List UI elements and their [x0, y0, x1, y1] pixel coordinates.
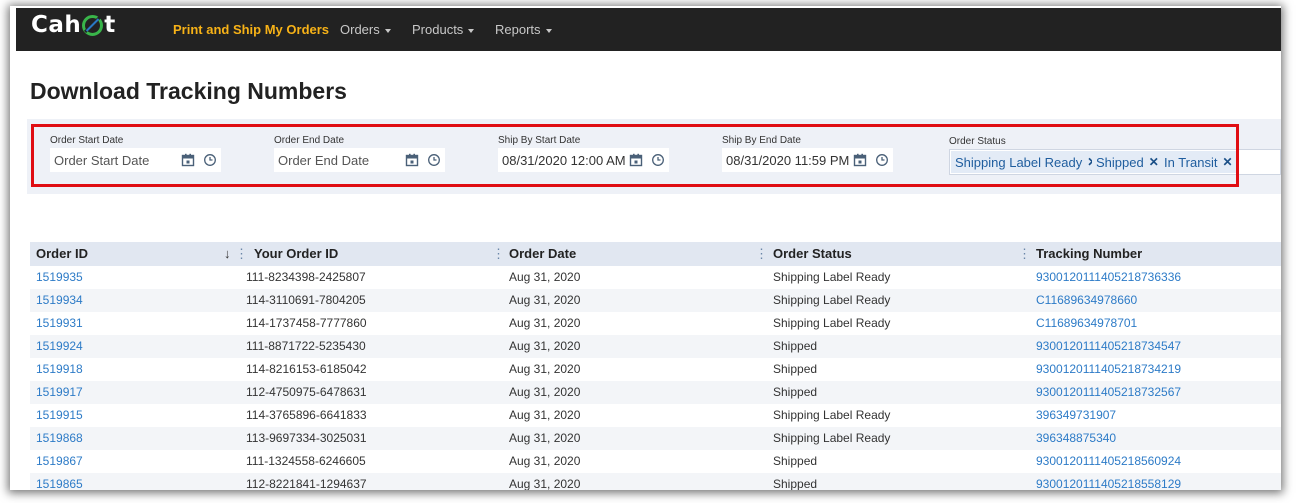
- order-status-cell: Shipped: [773, 362, 818, 376]
- column-menu-icon[interactable]: ⋮: [235, 242, 248, 266]
- order-id-link[interactable]: 1519865: [36, 473, 83, 490]
- nav-products-dropdown[interactable]: Products: [412, 8, 475, 51]
- order-id-link[interactable]: 1519868: [36, 427, 83, 450]
- your-order-id-cell: 114-8216153-6185042: [246, 362, 367, 376]
- order-date-cell: Aug 31, 2020: [509, 316, 581, 330]
- tracking-number-link[interactable]: 9300120111405218560924: [1036, 450, 1181, 473]
- caret-down-icon: [545, 28, 552, 33]
- table-row: 1519865 112-8221841-1294637 Aug 31, 2020…: [30, 473, 1281, 490]
- tracking-number-link[interactable]: 396348875340: [1036, 427, 1116, 450]
- order-status-cell: Shipped: [773, 454, 818, 468]
- column-menu-icon[interactable]: ⋮: [1018, 242, 1031, 266]
- column-menu-icon[interactable]: ⋮: [755, 242, 768, 266]
- cahoot-logo[interactable]: Cah t: [31, 12, 116, 38]
- order-status-cell: Shipping Label Ready: [773, 316, 891, 330]
- logo-text-suffix: t: [104, 12, 116, 38]
- table-row: 1519924 111-8871722-5235430 Aug 31, 2020…: [30, 335, 1281, 358]
- your-order-id-cell: 111-8234398-2425807: [246, 270, 366, 284]
- your-order-id-cell: 113-9697334-3025031: [246, 431, 367, 445]
- your-order-id-cell: 111-1324558-6246605: [246, 454, 366, 468]
- your-order-id-cell: 114-1737458-7777860: [246, 316, 367, 330]
- order-id-link[interactable]: 1519867: [36, 450, 83, 473]
- order-id-link[interactable]: 1519935: [36, 266, 83, 289]
- col-header-your-order-id[interactable]: Your Order ID: [254, 242, 338, 266]
- table-row: 1519918 114-8216153-6185042 Aug 31, 2020…: [30, 358, 1281, 381]
- order-date-cell: Aug 31, 2020: [509, 454, 581, 468]
- nav-orders-label: Orders: [340, 22, 380, 37]
- order-date-cell: Aug 31, 2020: [509, 293, 581, 307]
- tracking-number-link[interactable]: C11689634978660: [1036, 289, 1137, 312]
- your-order-id-cell: 112-8221841-1294637: [246, 477, 367, 490]
- tracking-number-link[interactable]: 9300120111405218732567: [1036, 381, 1181, 404]
- tracking-number-link[interactable]: C11689634978701: [1036, 312, 1137, 335]
- nav-reports-dropdown[interactable]: Reports: [495, 8, 552, 51]
- order-id-link[interactable]: 1519917: [36, 381, 83, 404]
- col-header-tracking-number[interactable]: Tracking Number: [1036, 242, 1142, 266]
- table-row: 1519931 114-1737458-7777860 Aug 31, 2020…: [30, 312, 1281, 335]
- table-row: 1519935 111-8234398-2425807 Aug 31, 2020…: [30, 266, 1281, 289]
- order-date-cell: Aug 31, 2020: [509, 431, 581, 445]
- col-header-order-status[interactable]: Order Status: [773, 242, 852, 266]
- order-date-cell: Aug 31, 2020: [509, 362, 581, 376]
- order-status-cell: Shipped: [773, 477, 818, 490]
- order-status-cell: Shipping Label Ready: [773, 293, 891, 307]
- column-menu-icon[interactable]: ⋮: [492, 242, 505, 266]
- table-row: 1519868 113-9697334-3025031 Aug 31, 2020…: [30, 427, 1281, 450]
- app-window: Cah t Print and Ship My Orders Orders Pro…: [10, 6, 1281, 490]
- table-row: 1519917 112-4750975-6478631 Aug 31, 2020…: [30, 381, 1281, 404]
- order-status-cell: Shipped: [773, 385, 818, 399]
- order-status-cell: Shipping Label Ready: [773, 431, 891, 445]
- order-id-link[interactable]: 1519924: [36, 335, 83, 358]
- order-id-link[interactable]: 1519915: [36, 404, 83, 427]
- nav-print-and-ship[interactable]: Print and Ship My Orders: [173, 8, 329, 51]
- tracking-number-link[interactable]: 9300120111405218734219: [1036, 358, 1181, 381]
- page-title: Download Tracking Numbers: [30, 78, 347, 104]
- order-status-cell: Shipped: [773, 339, 818, 353]
- your-order-id-cell: 112-4750975-6478631: [246, 385, 367, 399]
- tracking-number-link[interactable]: 9300120111405218734547: [1036, 335, 1181, 358]
- order-date-cell: Aug 31, 2020: [509, 408, 581, 422]
- order-date-cell: Aug 31, 2020: [509, 477, 581, 490]
- col-header-order-date[interactable]: Order Date: [509, 242, 576, 266]
- order-date-cell: Aug 31, 2020: [509, 270, 581, 284]
- nav-orders-dropdown[interactable]: Orders: [340, 8, 391, 51]
- logo-ring-icon: [82, 14, 104, 36]
- order-id-link[interactable]: 1519918: [36, 358, 83, 381]
- table-row: 1519934 114-3110691-7804205 Aug 31, 2020…: [30, 289, 1281, 312]
- order-date-cell: Aug 31, 2020: [509, 339, 581, 353]
- top-navbar: Cah t Print and Ship My Orders Orders Pro…: [16, 8, 1281, 51]
- sort-desc-icon[interactable]: ↓: [224, 242, 231, 266]
- nav-reports-label: Reports: [495, 22, 541, 37]
- caret-down-icon: [468, 28, 475, 33]
- order-id-link[interactable]: 1519931: [36, 312, 83, 335]
- table-header: Order ID ↓ ⋮ Your Order ID ⋮ Order Date …: [30, 242, 1281, 266]
- order-date-cell: Aug 31, 2020: [509, 385, 581, 399]
- order-id-link[interactable]: 1519934: [36, 289, 83, 312]
- tracking-number-link[interactable]: 9300120111405218736336: [1036, 266, 1181, 289]
- tracking-number-link[interactable]: 396349731907: [1036, 404, 1116, 427]
- caret-down-icon: [384, 28, 391, 33]
- nav-products-label: Products: [412, 22, 464, 37]
- your-order-id-cell: 114-3765896-6641833: [246, 408, 367, 422]
- your-order-id-cell: 111-8871722-5235430: [246, 339, 366, 353]
- col-header-order-id[interactable]: Order ID: [36, 242, 88, 266]
- table-row: 1519915 114-3765896-6641833 Aug 31, 2020…: [30, 404, 1281, 427]
- order-status-cell: Shipping Label Ready: [773, 270, 891, 284]
- filter-highlight-box: [31, 124, 1239, 187]
- order-status-cell: Shipping Label Ready: [773, 408, 891, 422]
- tracking-number-link[interactable]: 9300120111405218558129: [1036, 473, 1181, 490]
- your-order-id-cell: 114-3110691-7804205: [246, 293, 366, 307]
- logo-text-prefix: Cah: [31, 12, 82, 38]
- table-row: 1519867 111-1324558-6246605 Aug 31, 2020…: [30, 450, 1281, 473]
